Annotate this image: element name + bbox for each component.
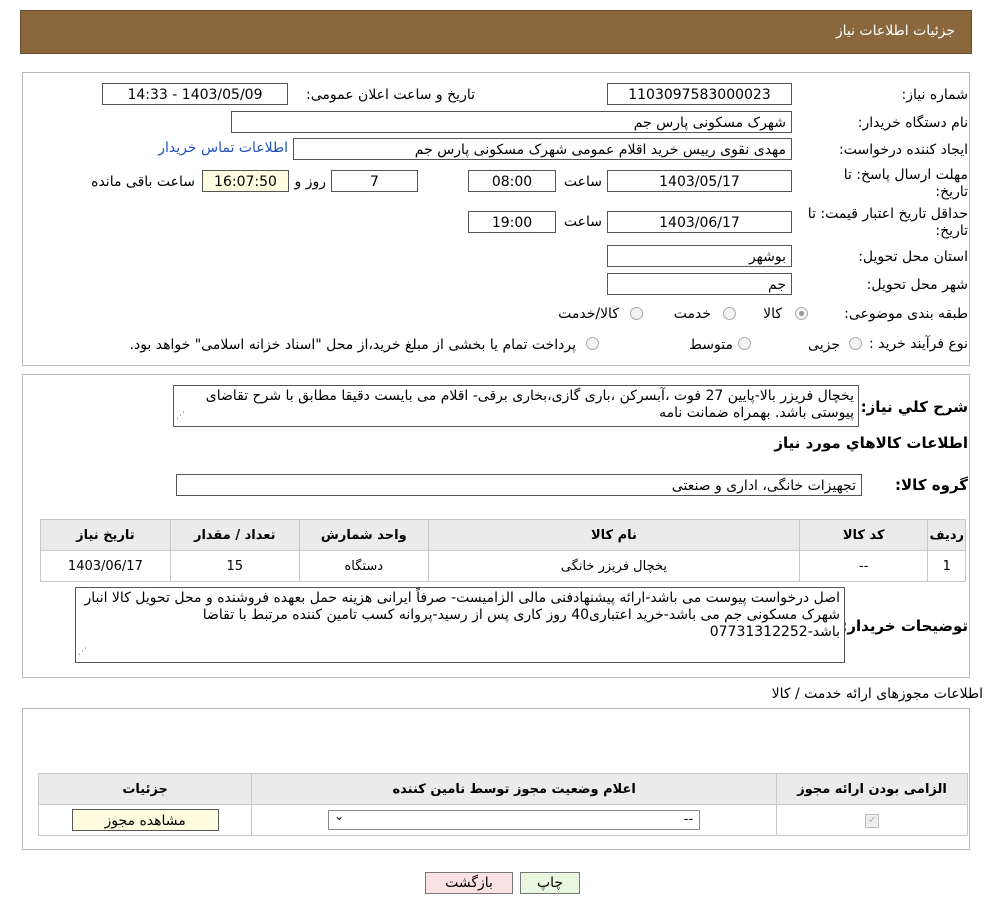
cell-license-status: -- ⌄	[251, 804, 778, 836]
remaining-label: ساعت باقی مانده	[91, 174, 195, 190]
buyer-notes-label: توضیحات خریدار:	[841, 617, 968, 635]
days-label: روز و	[294, 174, 327, 190]
back-button[interactable]: بازگشت	[425, 872, 513, 894]
header-quantity: تعداد / مقدار	[169, 519, 300, 551]
province-label: استان محل تحویل:	[858, 249, 968, 265]
creator-label: ایجاد کننده درخواست:	[839, 142, 968, 158]
cell-row-number: 1	[927, 550, 966, 582]
header-row-number: رديف	[927, 519, 966, 551]
need-number-label: شماره نیاز:	[901, 87, 969, 103]
goods-section-title: اطلاعات کالاهاي مورد نياز	[774, 434, 968, 452]
cell-goods-name: یخچال فریزر خانگی	[427, 550, 800, 582]
buyer-org-field: شهرک مسکونی پارس جم	[231, 111, 792, 133]
process-option-medium: متوسط	[689, 337, 733, 353]
header-license-status: اعلام وضعیت مجوز توسط نامین کننده	[251, 773, 778, 805]
license-status-value: --	[683, 812, 694, 827]
goods-table: رديف کد کالا نام کالا واحد شمارش تعداد /…	[40, 519, 966, 582]
buyer-notes-textarea[interactable]: اصل درخواست پیوست می باشد-ارائه پیشنهادف…	[75, 587, 845, 663]
category-radio-service[interactable]	[723, 307, 736, 320]
reply-deadline-label-date: تاریخ:	[935, 184, 968, 200]
city-field: جم	[607, 273, 792, 295]
resize-grip-icon[interactable]: ⋰	[78, 644, 87, 661]
process-label: نوع فرآیند خرید :	[869, 336, 968, 352]
group-label: گروه کالا:	[895, 476, 968, 494]
process-note: پرداخت تمام یا بخشی از مبلغ خرید،از محل …	[129, 337, 576, 353]
category-option-service: خدمت	[673, 306, 711, 322]
view-license-button[interactable]: مشاهده مجوز	[71, 809, 219, 831]
summary-text: یخچال فریزر بالا-پایین 27 فوت ،آبسرکن ،ب…	[205, 388, 854, 421]
validity-time-field: 19:00	[468, 211, 556, 233]
announce-field: 1403/05/09 - 14:33	[102, 83, 288, 105]
page-title: جزئیات اطلاعات نیاز	[835, 23, 955, 39]
buyer-org-label: نام دستگاه خریدار:	[857, 115, 968, 131]
group-field: تجهیزات خانگی، اداری و صنعتی	[176, 474, 862, 496]
cell-license-details: مشاهده مجوز	[37, 804, 253, 836]
creator-field: مهدی نقوی رییس خرید اقلام عمومی شهرک مسک…	[293, 138, 792, 160]
cell-license-required: ✓	[776, 804, 968, 836]
category-radio-goods-service[interactable]	[630, 307, 643, 320]
chevron-down-icon: ⌄	[334, 809, 345, 823]
licenses-title: اطلاعات مجوزهای ارائه خدمت / کالا	[771, 686, 983, 702]
table-row[interactable]: 1 -- یخچال فریزر خانگی دستگاه 15 1403/06…	[40, 550, 966, 582]
buyer-contact-link[interactable]: اطلاعات تماس خریدار	[158, 140, 288, 156]
cell-quantity: 15	[169, 550, 300, 582]
header-goods-code: کد کالا	[798, 519, 929, 551]
licenses-table-header: الزامی بودن ارائه مجوز اعلام وضعیت مجوز …	[37, 773, 968, 805]
required-checkbox[interactable]: ✓	[865, 814, 880, 828]
province-field: بوشهر	[607, 245, 792, 267]
validity-date-field: 1403/06/17	[607, 211, 792, 233]
table-row: ✓ -- ⌄ مشاهده مجوز	[37, 804, 968, 836]
goods-table-header: رديف کد کالا نام کالا واحد شمارش تعداد /…	[40, 519, 966, 551]
header-license-required: الزامی بودن ارائه مجوز	[776, 773, 968, 805]
header-unit: واحد شمارش	[298, 519, 429, 551]
process-radio-partial[interactable]	[849, 337, 862, 350]
need-number-field: 1103097583000023	[607, 83, 792, 105]
cell-need-date: 1403/06/17	[40, 550, 171, 582]
process-radio-treasury[interactable]	[586, 337, 599, 350]
resize-grip-icon[interactable]: ⋰	[176, 408, 185, 425]
cell-goods-code: --	[798, 550, 929, 582]
validity-label: حداقل تاریخ اعتبار قیمت: تا	[807, 206, 968, 222]
header-need-date: تاریخ نیاز	[40, 519, 171, 551]
category-option-goods: کالا	[763, 306, 782, 322]
category-radio-goods[interactable]	[795, 307, 808, 320]
buyer-notes-text: اصل درخواست پیوست می باشد-ارائه پیشنهادف…	[84, 590, 840, 640]
licenses-table: الزامی بودن ارائه مجوز اعلام وضعیت مجوز …	[37, 773, 968, 836]
cell-unit: دستگاه	[298, 550, 429, 582]
process-radio-medium[interactable]	[738, 337, 751, 350]
category-option-goods-service: کالا/خدمت	[558, 306, 619, 322]
reply-time-field: 08:00	[468, 170, 556, 192]
print-button[interactable]: چاپ	[520, 872, 580, 894]
days-field: 7	[331, 170, 418, 192]
process-option-partial: جزیی	[808, 337, 840, 353]
validity-label-date: تاریخ:	[935, 223, 968, 239]
category-label: طبقه بندی موضوعی:	[844, 306, 968, 322]
summary-label: شرح کلي نياز:	[860, 398, 968, 416]
header-goods-name: نام کالا	[427, 519, 800, 551]
header-license-details: جزئیات	[37, 773, 253, 805]
reply-time-label: ساعت	[563, 174, 602, 190]
page-header: جزئیات اطلاعات نیاز	[20, 10, 972, 54]
announce-label: تاریخ و ساعت اعلان عمومی:	[306, 87, 475, 103]
remaining-time-field: 16:07:50	[202, 170, 289, 192]
license-status-select[interactable]: -- ⌄	[328, 809, 701, 830]
city-label: شهر محل تحویل:	[866, 277, 968, 293]
validity-time-label: ساعت	[563, 214, 602, 230]
summary-textarea[interactable]: یخچال فریزر بالا-پایین 27 فوت ،آبسرکن ،ب…	[173, 385, 859, 427]
reply-date-field: 1403/05/17	[607, 170, 792, 192]
reply-deadline-label: مهلت ارسال پاسخ: تا	[843, 167, 968, 183]
